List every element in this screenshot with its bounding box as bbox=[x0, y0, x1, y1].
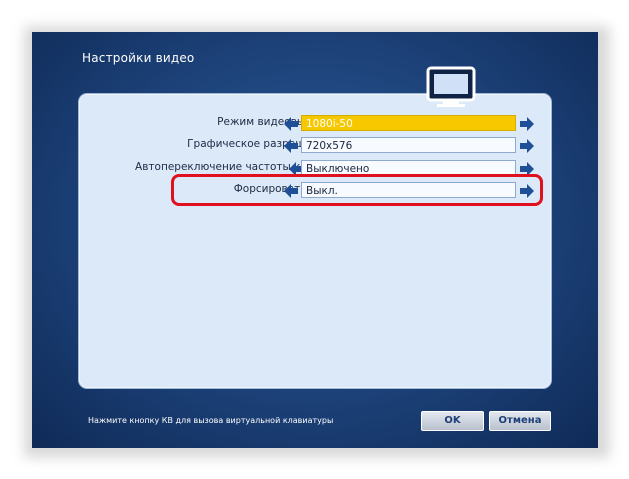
arrow-right-icon[interactable] bbox=[519, 115, 535, 133]
window-title: Настройки видео bbox=[82, 51, 195, 65]
setting-value-field[interactable]: 720x576 bbox=[301, 137, 516, 153]
arrow-left-icon[interactable] bbox=[283, 115, 299, 133]
setting-value-field[interactable]: 1080i-50 bbox=[301, 115, 516, 131]
settings-panel: Режим видеовыхода: 1080i-50 Графическое … bbox=[78, 93, 552, 389]
arrow-left-icon[interactable] bbox=[283, 137, 299, 155]
cancel-button[interactable]: Отмена bbox=[489, 411, 551, 431]
footer-hint: Нажмите кнопку КВ для вызова виртуальной… bbox=[88, 416, 334, 425]
ok-button[interactable]: OK bbox=[421, 411, 484, 431]
video-settings-screen: Настройки видео Режим видеовыхода: 1080i… bbox=[32, 32, 598, 448]
setting-row-graphic-resolution: Графическое разрешение: 720x576 bbox=[79, 137, 551, 155]
force-dvi-highlight bbox=[171, 174, 543, 206]
monitor-icon bbox=[425, 66, 477, 108]
setting-row-video-output: Режим видеовыхода: 1080i-50 bbox=[79, 115, 551, 133]
arrow-right-icon[interactable] bbox=[519, 137, 535, 155]
